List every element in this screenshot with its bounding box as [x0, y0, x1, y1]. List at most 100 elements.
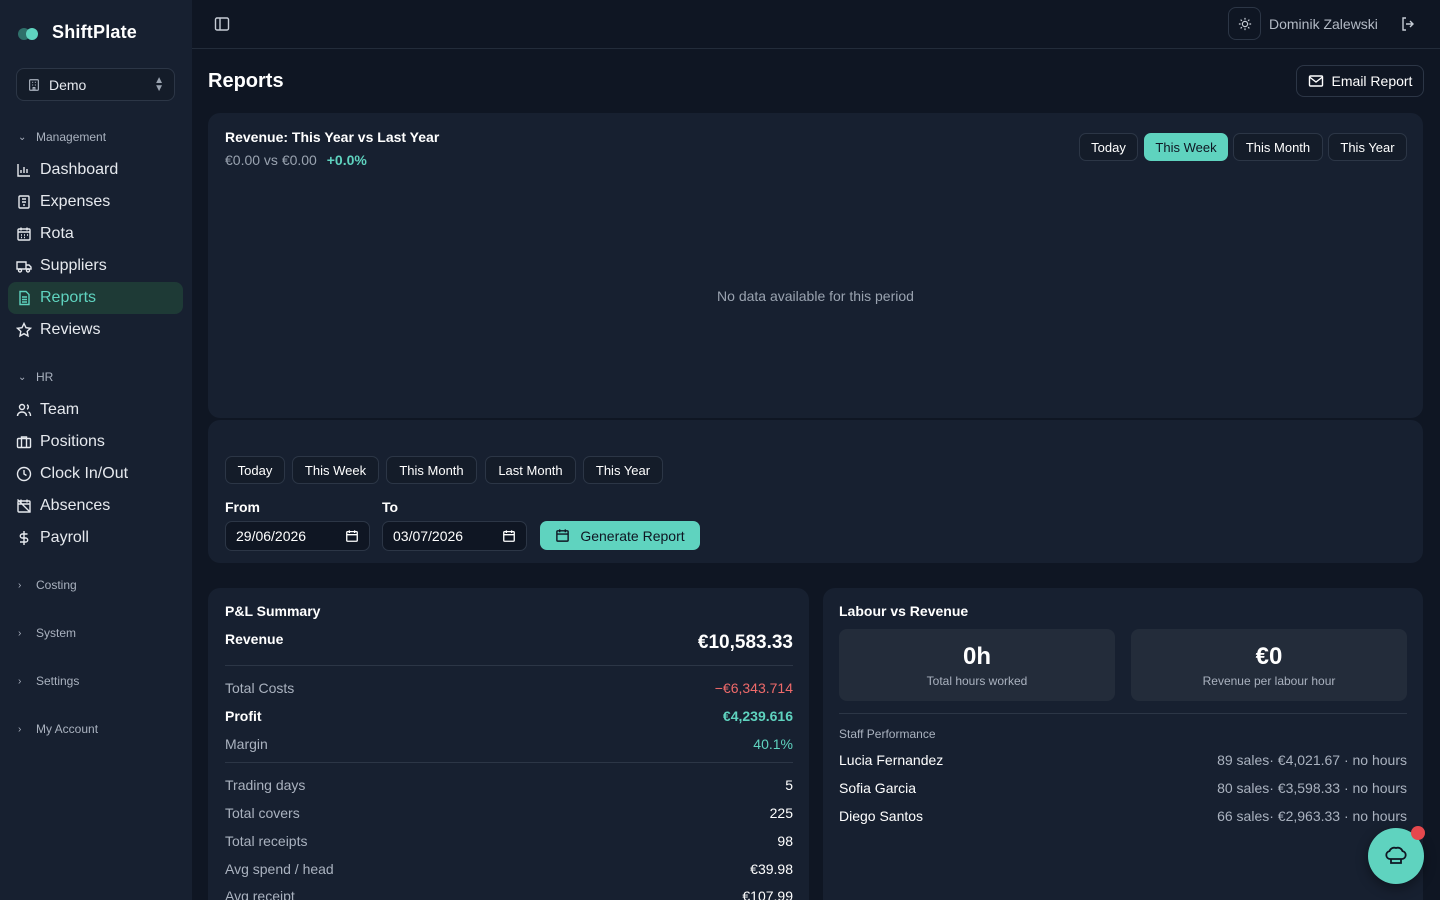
chevron-right-icon: ›	[18, 675, 22, 687]
to-date-value: 03/07/2026	[393, 528, 464, 544]
sidebar-item-label: Expenses	[40, 193, 111, 210]
chevron-down-icon: ⌄	[18, 131, 27, 143]
section-label: My Account	[36, 722, 99, 736]
staff-performance-title: Staff Performance	[839, 727, 936, 741]
calendar-icon[interactable]	[502, 529, 516, 543]
calendar-off-icon	[17, 499, 31, 513]
page-title: Reports	[208, 70, 284, 92]
truck-icon	[16, 261, 32, 273]
sidebar-item-label: Team	[40, 401, 80, 418]
section-settings[interactable]: › Settings	[18, 674, 79, 688]
total-hours-box: 0h Total hours worked	[839, 629, 1115, 701]
metric-value: €39.98	[750, 861, 793, 877]
divider	[225, 762, 793, 763]
logout-icon[interactable]	[1400, 16, 1416, 32]
sidebar-item-reports[interactable]: Reports	[8, 282, 183, 314]
sidebar-item-payroll[interactable]: Payroll	[8, 522, 183, 554]
mail-icon	[1308, 75, 1323, 87]
revenue-card-title: Revenue: This Year vs Last Year	[225, 129, 440, 145]
sidebar-item-team[interactable]: Team	[8, 394, 183, 426]
preset-this-month[interactable]: This Month	[386, 456, 477, 484]
profit-row: Profit €4,239.616	[225, 708, 793, 724]
section-hr[interactable]: ⌄ HR	[18, 370, 53, 384]
comparison-values: €0.00 vs €0.00	[225, 152, 317, 168]
section-management[interactable]: ⌄ Management	[18, 130, 106, 144]
preset-today[interactable]: Today	[225, 456, 285, 484]
brand-logo-icon	[18, 26, 42, 40]
organization-select[interactable]: Demo ▲ ▼	[16, 68, 175, 101]
sidebar-item-label: Reviews	[40, 321, 101, 338]
range-this-month[interactable]: This Month	[1233, 133, 1323, 161]
sidebar-item-dashboard[interactable]: Dashboard	[8, 154, 183, 186]
sidebar-item-positions[interactable]: Positions	[8, 426, 183, 458]
brand-name: ShiftPlate	[52, 22, 138, 42]
metric-row: Trading days 5	[225, 777, 793, 793]
section-my-account[interactable]: › My Account	[18, 722, 98, 736]
receipt-icon	[18, 195, 30, 209]
sidebar-item-clock-in-out[interactable]: Clock In/Out	[8, 458, 183, 490]
sidebar-toggle-icon[interactable]	[214, 16, 230, 32]
metric-row: Avg receipt €107.99	[225, 888, 793, 900]
theme-toggle-button[interactable]	[1228, 7, 1261, 40]
staff-row: Lucia Fernandez 89 sales· €4,021.67 · no…	[839, 752, 1407, 768]
section-label: HR	[36, 370, 54, 384]
calendar-icon[interactable]	[345, 529, 359, 543]
metric-label: Total covers	[225, 805, 300, 821]
sidebar-item-expenses[interactable]: Expenses	[8, 186, 183, 218]
brand[interactable]: ShiftPlate	[18, 22, 137, 43]
to-label: To	[382, 499, 399, 515]
users-icon	[16, 403, 32, 417]
staff-stats: 80 sales· €3,598.33 · no hours	[1217, 780, 1407, 796]
metric-label: Trading days	[225, 777, 306, 793]
range-this-week[interactable]: This Week	[1144, 133, 1228, 161]
metric-row: Avg spend / head €39.98	[225, 861, 793, 877]
email-report-button[interactable]: Email Report	[1296, 65, 1424, 97]
sidebar-item-label: Payroll	[40, 529, 89, 546]
divider	[839, 713, 1407, 714]
total-costs-row: Total Costs −€6,343.714	[225, 680, 793, 696]
empty-state-message: No data available for this period	[717, 288, 914, 304]
chevron-updown-icon: ▲ ▼	[154, 74, 164, 94]
section-label: Costing	[36, 578, 77, 592]
from-date-input[interactable]: 29/06/2026	[225, 521, 370, 551]
building-icon	[29, 78, 39, 91]
range-today[interactable]: Today	[1079, 133, 1138, 161]
preset-this-year[interactable]: This Year	[583, 456, 663, 484]
sidebar-item-label: Suppliers	[40, 257, 107, 274]
sidebar-item-label: Rota	[40, 225, 74, 242]
bar-chart-icon	[17, 164, 30, 177]
document-icon	[19, 290, 30, 306]
notification-badge	[1411, 826, 1425, 840]
margin-value: 40.1%	[753, 736, 793, 752]
metric-value: 225	[769, 805, 793, 821]
generate-report-button[interactable]: Generate Report	[540, 521, 700, 550]
margin-row: Margin 40.1%	[225, 736, 793, 752]
email-report-label: Email Report	[1331, 73, 1413, 89]
sidebar-item-absences[interactable]: Absences	[8, 490, 183, 522]
labour-card-title: Labour vs Revenue	[839, 603, 969, 619]
section-costing[interactable]: › Costing	[18, 578, 77, 592]
metric-label: Avg receipt	[225, 888, 295, 900]
revenue-value: €10,583.33	[697, 632, 793, 653]
change-percent: +0.0%	[326, 152, 367, 168]
preset-this-week[interactable]: This Week	[292, 456, 379, 484]
section-label: Settings	[36, 674, 80, 688]
staff-row: Diego Santos 66 sales· €2,963.33 · no ho…	[839, 808, 1407, 824]
sidebar-item-label: Absences	[40, 497, 111, 514]
revenue-per-hour-box: €0 Revenue per labour hour	[1131, 629, 1407, 701]
sidebar-item-reviews[interactable]: Reviews	[8, 314, 183, 346]
revenue-comparison: €0.00 vs €0.00 +0.0%	[225, 152, 367, 168]
preset-last-month[interactable]: Last Month	[485, 456, 576, 484]
staff-name: Sofia Garcia	[839, 780, 917, 796]
calendar-icon	[556, 529, 570, 542]
sidebar-item-label: Reports	[40, 289, 97, 306]
section-system[interactable]: › System	[18, 626, 76, 640]
sidebar-item-suppliers[interactable]: Suppliers	[8, 250, 183, 282]
range-this-year[interactable]: This Year	[1328, 133, 1407, 161]
staff-name: Diego Santos	[839, 808, 924, 824]
sidebar-item-label: Clock In/Out	[40, 465, 129, 482]
top-bar: Dominik Zalewski	[192, 0, 1440, 49]
to-date-input[interactable]: 03/07/2026	[382, 521, 527, 551]
sidebar-item-rota[interactable]: Rota	[8, 218, 183, 250]
profit-label: Profit	[225, 708, 262, 724]
